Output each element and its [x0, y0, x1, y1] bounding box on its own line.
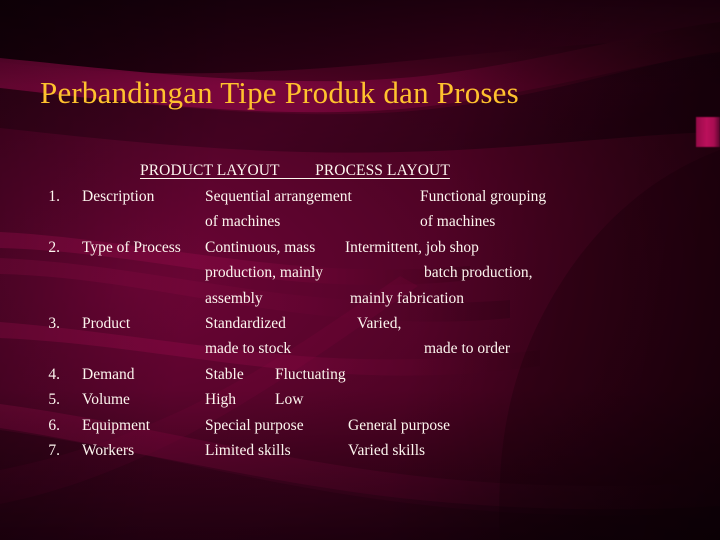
row-label: Equipment: [82, 416, 151, 434]
process-layout-cell: made to order: [424, 340, 511, 358]
row-label: Description: [82, 188, 155, 205]
product-layout-cell: Sequential arrangement: [205, 188, 352, 205]
page-title: Perbandingan Tipe Produk dan Proses: [40, 75, 519, 110]
row-label: Demand: [82, 365, 135, 383]
product-layout-cell: of machines: [205, 213, 281, 231]
row-number: 3.: [48, 314, 60, 332]
process-layout-cell: Fluctuating: [275, 365, 346, 383]
table-row: 2. Type of Process Continuous, mass Inte…: [0, 235, 720, 311]
presentation-slide: Perbandingan Tipe Produk dan Proses PROD…: [0, 0, 720, 540]
slide-content: Perbandingan Tipe Produk dan Proses PROD…: [0, 0, 720, 540]
comparison-table: PRODUCT LAYOUT PROCESS LAYOUT 1. Descrip…: [0, 158, 720, 463]
row-number: 5.: [48, 391, 60, 409]
product-layout-cell: Standardized: [205, 314, 286, 332]
table-row: 4. Demand Stable Fluctuating: [0, 362, 720, 387]
product-layout-cell: Special purpose: [205, 416, 304, 434]
row-number: 6.: [48, 416, 60, 434]
process-layout-cell: of machines: [420, 213, 496, 231]
process-layout-cell: Intermittent, job shop: [345, 238, 479, 256]
process-layout-cell: Varied,: [357, 314, 402, 332]
product-layout-cell: assembly: [205, 289, 263, 307]
process-layout-cell: General purpose: [348, 416, 450, 434]
row-number: 7.: [48, 441, 60, 459]
table-row: 6. Equipment Special purpose General pur…: [0, 413, 720, 438]
process-layout-cell: Functional grouping: [420, 188, 547, 205]
table-row: 7. Workers Limited skills Varied skills: [0, 438, 720, 463]
table-row: 5. Volume High Low: [0, 387, 720, 412]
process-layout-cell: mainly fabrication: [350, 289, 465, 307]
table-header-labels: PRODUCT LAYOUT PROCESS LAYOUT: [140, 162, 450, 179]
row-label: Volume: [82, 391, 130, 409]
table-header-row: PRODUCT LAYOUT PROCESS LAYOUT: [0, 158, 720, 184]
product-layout-cell: Limited skills: [205, 441, 291, 459]
row-label: Type of Process: [82, 238, 181, 256]
row-number: 4.: [48, 365, 60, 383]
row-label: Workers: [82, 441, 135, 459]
product-layout-cell: Continuous, mass: [205, 238, 316, 256]
process-layout-cell: batch production,: [424, 264, 533, 282]
process-layout-cell: Varied skills: [348, 441, 426, 459]
product-layout-cell: production, mainly: [205, 264, 323, 282]
product-layout-cell: Stable: [205, 365, 244, 383]
table-row: 1. Description Sequential arrangement Fu…: [0, 184, 720, 235]
row-number: 2.: [48, 238, 60, 256]
process-layout-cell: Low: [275, 391, 304, 409]
product-layout-cell: made to stock: [205, 340, 292, 358]
row-number: 1.: [48, 188, 60, 205]
product-layout-cell: High: [205, 391, 236, 409]
table-row: 3. Product Standardized Varied, made to …: [0, 311, 720, 362]
row-label: Product: [82, 314, 131, 332]
